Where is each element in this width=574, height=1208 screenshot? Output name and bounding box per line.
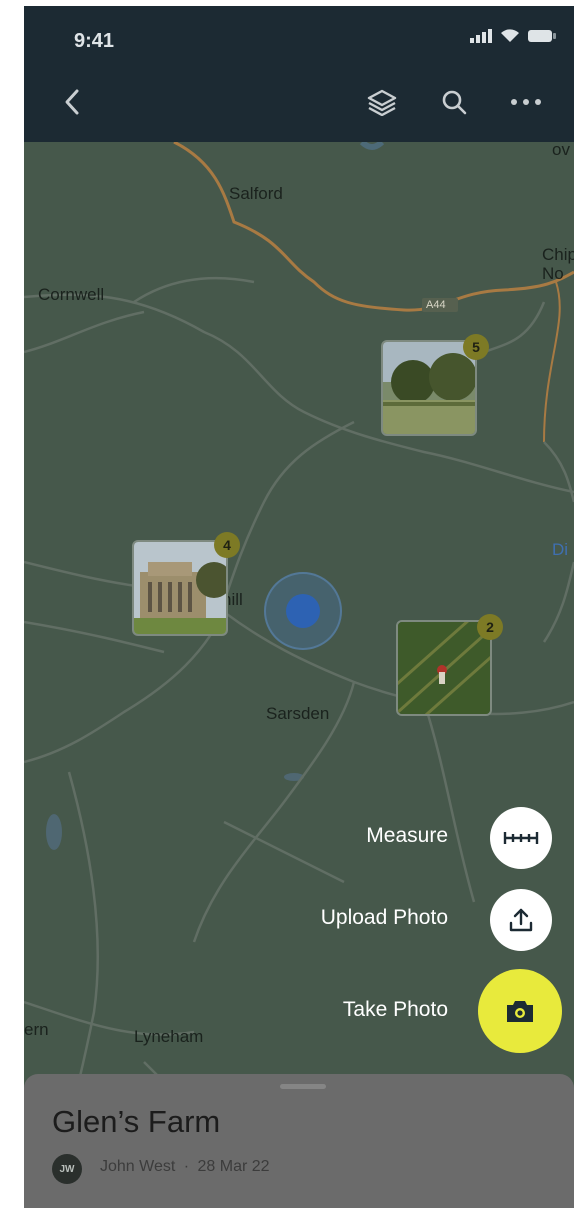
upload-photo-button[interactable] xyxy=(490,889,552,951)
cluster-count-badge: 4 xyxy=(214,532,240,558)
take-photo-label[interactable]: Take Photo xyxy=(343,998,448,1022)
more-options-button[interactable] xyxy=(508,84,544,120)
cluster-thumbnail xyxy=(134,542,226,634)
ruler-icon xyxy=(503,832,539,844)
wifi-icon xyxy=(501,29,519,42)
cluster-thumbnail xyxy=(383,342,475,434)
place-label: ern xyxy=(24,1020,49,1039)
cluster-thumbnail xyxy=(398,622,490,714)
place-label: Di xyxy=(552,540,569,559)
current-location-marker xyxy=(264,572,342,650)
status-time: 9:41 xyxy=(74,30,115,52)
place-label: Lyneham xyxy=(134,1027,204,1046)
back-chevron-icon xyxy=(65,89,79,115)
more-horizontal-icon xyxy=(511,99,541,105)
take-photo-button[interactable] xyxy=(478,969,562,1053)
cluster-count-badge: 5 xyxy=(463,334,489,360)
camera-icon xyxy=(507,1001,533,1022)
back-button[interactable] xyxy=(54,84,90,120)
phone-screen: Salford Cornwell A44 Chip No ov Di hill … xyxy=(24,6,574,1208)
road-label: A44 xyxy=(426,299,446,311)
current-location-dot xyxy=(286,594,320,628)
meta-separator: · xyxy=(183,1158,190,1175)
layers-icon xyxy=(367,89,397,116)
status-icons xyxy=(470,28,556,43)
farm-title: Glen’s Farm xyxy=(52,1104,221,1139)
photo-cluster[interactable] xyxy=(381,340,477,436)
sheet-drag-handle[interactable] xyxy=(280,1084,326,1089)
map-view[interactable]: Salford Cornwell A44 Chip No ov Di hill … xyxy=(24,140,574,1208)
place-label: Salford xyxy=(229,184,283,203)
cluster-count-badge: 2 xyxy=(477,614,503,640)
measure-button[interactable] xyxy=(490,807,552,869)
bottom-sheet[interactable]: Glen’s Farm JW John West · 28 Mar 22 xyxy=(24,1074,574,1208)
author-meta: John West · 28 Mar 22 xyxy=(100,1158,270,1176)
upload-icon xyxy=(509,908,533,932)
search-button[interactable] xyxy=(436,84,472,120)
search-icon xyxy=(442,90,467,115)
layers-button[interactable] xyxy=(364,84,400,120)
upload-photo-label[interactable]: Upload Photo xyxy=(321,906,448,930)
photo-cluster[interactable] xyxy=(396,620,492,716)
place-label: Cornwell xyxy=(38,285,105,304)
signal-icon xyxy=(470,28,492,43)
measure-label[interactable]: Measure xyxy=(366,824,448,848)
place-label: ov xyxy=(552,140,570,159)
photo-cluster[interactable] xyxy=(132,540,228,636)
place-label: Sarsden xyxy=(266,704,330,723)
battery-icon xyxy=(528,29,556,42)
app-header: 9:41 xyxy=(24,6,574,142)
author-name: John West xyxy=(100,1158,176,1175)
place-label: Chip No xyxy=(542,245,574,283)
post-date: 28 Mar 22 xyxy=(197,1158,270,1175)
avatar: JW xyxy=(52,1154,82,1184)
